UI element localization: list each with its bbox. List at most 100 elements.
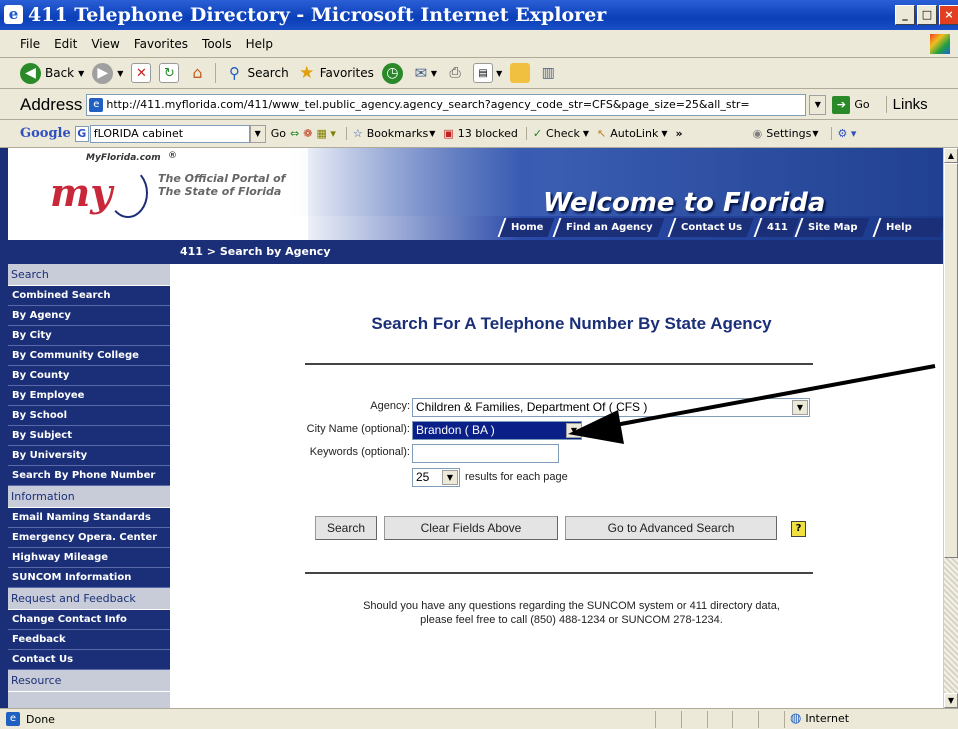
- bookmarks-button[interactable]: Bookmarks: [367, 127, 428, 140]
- refresh-icon: ↻: [159, 63, 180, 83]
- page-icon: e: [89, 97, 104, 112]
- autolink-button[interactable]: AutoLink: [610, 127, 658, 140]
- research-icon: ▥: [541, 65, 555, 81]
- toolbar-options-icon[interactable]: ⚙ ▾: [830, 127, 856, 140]
- google-options-icon[interactable]: ⇔: [290, 127, 299, 140]
- minimize-button[interactable]: _: [895, 5, 915, 25]
- search-button[interactable]: ⚲ Search: [215, 63, 289, 83]
- favorites-label: Favorites: [319, 66, 374, 80]
- scroll-track[interactable]: [944, 558, 958, 693]
- windows-flag-icon: [930, 34, 950, 54]
- back-arrow-icon: ◀: [20, 62, 41, 84]
- menu-help[interactable]: Help: [246, 37, 273, 51]
- news-icon[interactable]: ▦ ▾: [316, 127, 335, 140]
- print-button[interactable]: ⎙: [445, 63, 465, 83]
- back-label: Back: [45, 66, 75, 80]
- zone-label: Internet: [805, 712, 850, 725]
- menu-tools[interactable]: Tools: [202, 37, 232, 51]
- autolink-icon: ↖: [597, 127, 607, 140]
- status-panes: [655, 711, 785, 728]
- status-pane: [733, 711, 760, 728]
- stop-icon: ✕: [131, 63, 152, 83]
- scroll-up-button[interactable]: ▲: [944, 148, 958, 163]
- annotation-arrow: [568, 364, 936, 444]
- page-done-icon: e: [6, 712, 20, 726]
- edit-button[interactable]: ▤ ▼: [473, 63, 502, 83]
- pagerank-icon[interactable]: ❁: [303, 127, 312, 140]
- settings-radio-icon: ◉: [752, 127, 763, 140]
- go-arrow-icon: ➔: [832, 95, 851, 114]
- settings-button[interactable]: Settings: [766, 127, 811, 140]
- scroll-down-button[interactable]: ▼: [944, 693, 958, 708]
- popup-blocker-icon: ▣: [443, 127, 454, 140]
- check-button[interactable]: Check: [546, 127, 580, 140]
- google-search-input[interactable]: fLORIDA cabinet: [89, 124, 250, 143]
- google-toolbar: Google G fLORIDA cabinet ▼ Go ⇔ ❁ ▦ ▾ ☆ …: [0, 120, 958, 148]
- forward-arrow-icon: ▶: [92, 62, 114, 84]
- bookmarks-star-icon: ☆: [345, 127, 363, 140]
- search-label: Search: [247, 66, 289, 80]
- links-button[interactable]: Links: [885, 96, 928, 113]
- security-zone: ◍ Internet: [790, 711, 849, 726]
- google-search-dropdown[interactable]: ▼: [249, 124, 266, 143]
- mail-button[interactable]: ✉ ▼: [411, 63, 437, 83]
- star-icon: ★: [299, 63, 315, 83]
- status-pane: [682, 711, 708, 728]
- stop-button[interactable]: ✕: [131, 63, 152, 83]
- vertical-scrollbar[interactable]: ▲ ▼: [943, 148, 958, 708]
- address-url: http://411.myflorida.com/411/www_tel.pub…: [106, 98, 750, 111]
- status-bar: e Done ◍ Internet: [0, 708, 958, 729]
- google-g-icon[interactable]: G: [74, 125, 89, 142]
- more-chevron-icon[interactable]: »: [676, 127, 683, 140]
- address-input[interactable]: e http://411.myflorida.com/411/www_tel.p…: [86, 93, 807, 116]
- title-bar: e 411 Telephone Directory - Microsoft In…: [0, 0, 958, 30]
- chevron-down-icon: ▼: [78, 68, 85, 78]
- google-logo: Google: [20, 126, 71, 141]
- page-content: MyFlorida.com ® my The Official Portal o…: [0, 148, 943, 708]
- home-button[interactable]: ⌂: [187, 63, 207, 83]
- close-button[interactable]: ×: [939, 5, 958, 25]
- address-bar: Address e http://411.myflorida.com/411/w…: [0, 90, 958, 120]
- chevron-down-icon: ▼: [582, 129, 590, 138]
- window-title: 411 Telephone Directory - Microsoft Inte…: [28, 4, 607, 26]
- google-go-button[interactable]: Go: [271, 127, 286, 140]
- folder-button[interactable]: [510, 63, 531, 83]
- ie-icon: e: [4, 5, 23, 24]
- home-icon: ⌂: [192, 63, 203, 82]
- chevron-down-icon: ▼: [812, 129, 819, 138]
- menu-view[interactable]: View: [91, 37, 119, 51]
- globe-icon: ◍: [790, 711, 802, 726]
- menu-file[interactable]: File: [20, 37, 40, 51]
- print-icon: ⎙: [449, 65, 461, 81]
- history-button[interactable]: ◷: [381, 62, 403, 84]
- chevron-down-icon: ▼: [430, 68, 438, 78]
- chevron-down-icon: ▼: [496, 68, 503, 78]
- address-dropdown-button[interactable]: ▼: [809, 94, 827, 115]
- browser-window: e 411 Telephone Directory - Microsoft In…: [0, 0, 958, 729]
- scroll-thumb[interactable]: [944, 163, 958, 558]
- back-button[interactable]: ◀ Back ▼: [20, 62, 85, 84]
- standard-toolbar: ◀ Back ▼ ▶ ▼ ✕ ↻ ⌂ ⚲ Search ★ Favorites …: [0, 58, 958, 89]
- folder-icon: [510, 63, 531, 83]
- history-icon: ◷: [381, 62, 403, 84]
- go-label: Go: [854, 98, 870, 111]
- popups-blocked-button[interactable]: 13 blocked: [458, 127, 518, 140]
- menu-bar: File Edit View Favorites Tools Help: [0, 30, 958, 58]
- spellcheck-icon: ✓: [525, 127, 542, 140]
- research-button[interactable]: ▥: [538, 63, 558, 83]
- forward-button[interactable]: ▶ ▼: [92, 62, 123, 84]
- address-label: Address: [20, 94, 83, 114]
- refresh-button[interactable]: ↻: [159, 63, 180, 83]
- maximize-button[interactable]: □: [917, 5, 937, 25]
- status-text: Done: [26, 712, 55, 726]
- edit-page-icon: ▤: [473, 63, 494, 83]
- chevron-down-icon: ▼: [661, 129, 668, 138]
- status-pane: [708, 711, 734, 728]
- go-button[interactable]: ➔ Go: [832, 95, 870, 114]
- arrow-shaft: [609, 364, 936, 428]
- status-pane: [656, 711, 682, 728]
- menu-edit[interactable]: Edit: [54, 37, 77, 51]
- menu-favorites[interactable]: Favorites: [134, 37, 188, 51]
- status-pane: [759, 711, 785, 728]
- favorites-button[interactable]: ★ Favorites: [297, 63, 374, 83]
